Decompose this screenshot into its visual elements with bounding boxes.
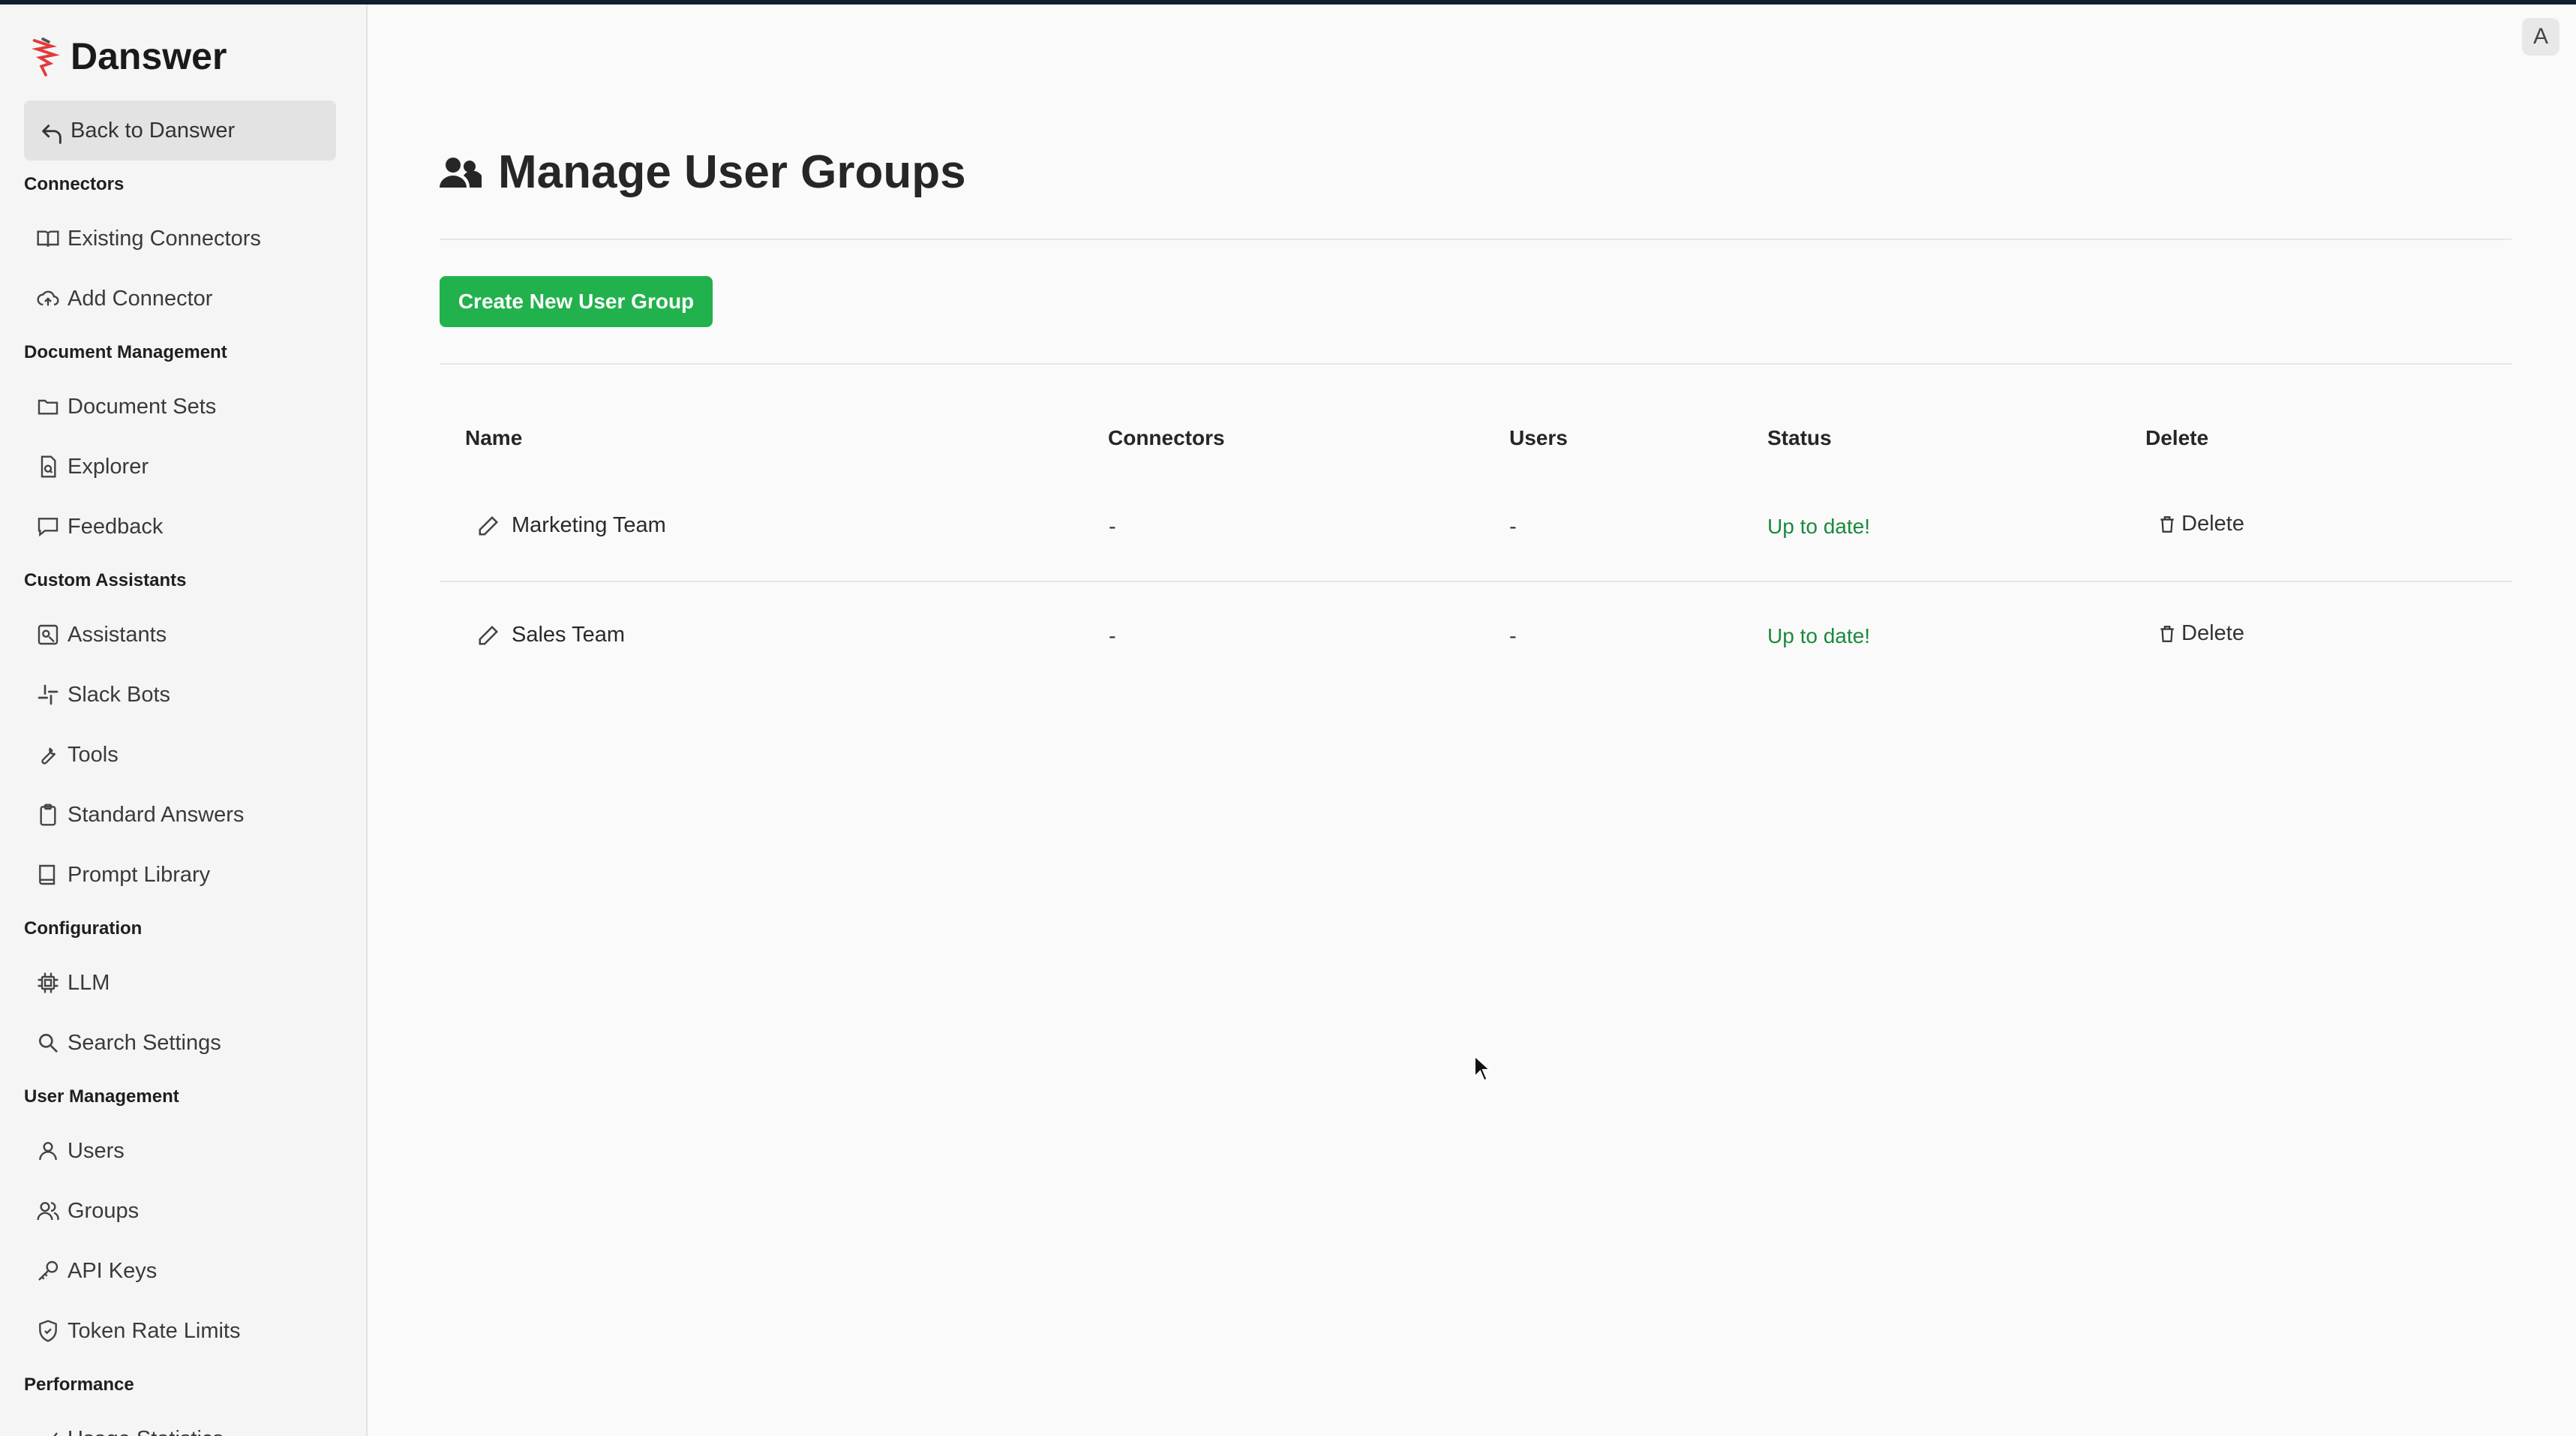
column-header-status: Status <box>1767 426 1832 449</box>
sidebar-item-add-connector[interactable]: Add Connector <box>36 276 212 321</box>
sidebar-item-label: Token Rate Limits <box>68 1318 241 1343</box>
trash-icon <box>2160 515 2174 533</box>
section-divider <box>440 363 2511 365</box>
delete-label: Delete <box>2181 512 2244 536</box>
section-document-management: Document Management <box>24 342 227 362</box>
page-header: Manage User Groups <box>440 146 966 199</box>
section-user-management: User Management <box>24 1086 179 1107</box>
sidebar-item-label: Slack Bots <box>68 682 170 707</box>
column-header-users: Users <box>1509 426 1568 449</box>
back-label: Back to Danswer <box>71 118 236 143</box>
group-name: Sales Team <box>512 623 625 647</box>
section-connectors: Connectors <box>24 174 125 194</box>
sidebar-item-groups[interactable]: Groups <box>36 1188 139 1233</box>
column-header-connectors: Connectors <box>1108 426 1225 449</box>
wrench-icon <box>41 747 56 765</box>
delete-label: Delete <box>2181 621 2244 645</box>
cloud-upload-icon <box>37 290 59 306</box>
message-icon <box>38 518 59 537</box>
sidebar-item-slack-bots[interactable]: Slack Bots <box>36 672 170 717</box>
pencil-icon <box>479 515 499 535</box>
column-header-delete: Delete <box>2145 426 2209 449</box>
sidebar-item-label: Assistants <box>68 622 167 647</box>
users-group-icon <box>440 157 482 188</box>
sidebar-item-llm[interactable]: LLM <box>36 960 110 1005</box>
file-search-icon <box>41 455 56 478</box>
mouse-cursor-icon <box>1474 1055 1490 1082</box>
page-title: Manage User Groups <box>498 146 966 198</box>
sidebar-item-label: Prompt Library <box>68 862 211 887</box>
sidebar-item-label: Tools <box>68 742 119 767</box>
column-header-name: Name <box>465 426 523 449</box>
section-custom-assistants: Custom Assistants <box>24 570 187 590</box>
sidebar-item-label: Existing Connectors <box>68 226 261 251</box>
group-name-edit-link[interactable]: Marketing Team <box>477 513 666 538</box>
app-logo[interactable]: Danswer <box>29 32 227 81</box>
sidebar-item-label: Usage Statistics <box>68 1427 224 1436</box>
sidebar-item-label: Standard Answers <box>68 802 245 827</box>
create-user-group-button[interactable]: Create New User Group <box>440 276 713 327</box>
slack-icon <box>38 684 59 705</box>
pencil-icon <box>479 625 499 644</box>
cpu-icon <box>38 972 59 993</box>
sidebar-item-existing-connectors[interactable]: Existing Connectors <box>36 216 261 261</box>
sidebar-item-label: API Keys <box>68 1258 158 1283</box>
user-icon <box>39 1142 57 1161</box>
user-avatar[interactable]: A <box>2522 18 2559 56</box>
folder-icon <box>38 399 59 415</box>
sidebar-item-search-settings[interactable]: Search Settings <box>36 1020 221 1065</box>
delete-group-button[interactable]: Delete <box>2157 621 2244 646</box>
status-badge: Up to date! <box>1767 624 1870 647</box>
delete-group-button[interactable]: Delete <box>2157 512 2244 536</box>
clipboard-icon <box>40 804 56 826</box>
sidebar-item-tools[interactable]: Tools <box>36 732 119 777</box>
users-icon <box>37 1202 59 1221</box>
group-users: - <box>1509 624 1517 648</box>
sidebar-item-label: Explorer <box>68 454 149 479</box>
section-configuration: Configuration <box>24 918 143 939</box>
search-icon <box>38 1034 58 1053</box>
book-open-icon <box>37 230 59 247</box>
sidebar-item-users[interactable]: Users <box>36 1128 125 1173</box>
key-icon <box>38 1260 59 1281</box>
assistant-icon <box>38 624 59 645</box>
danswer-logo-icon <box>32 38 60 77</box>
shield-icon <box>39 1320 57 1342</box>
chart-icon <box>53 1432 58 1436</box>
back-to-danswer-button[interactable]: Back to Danswer <box>24 101 336 161</box>
admin-sidebar: Danswer Back to Danswer Connectors Exist… <box>0 5 368 1436</box>
main-content: A Manage User Groups Create New User Gro… <box>368 5 2576 1436</box>
sidebar-item-explorer[interactable]: Explorer <box>36 444 149 489</box>
status-badge: Up to date! <box>1767 515 1870 538</box>
group-name: Marketing Team <box>512 513 666 537</box>
app-name: Danswer <box>71 35 227 77</box>
sidebar-item-label: Search Settings <box>68 1030 221 1055</box>
trash-icon <box>2160 625 2174 642</box>
sidebar-item-label: Add Connector <box>68 286 213 311</box>
group-users: - <box>1509 515 1517 539</box>
sidebar-item-label: LLM <box>68 970 110 995</box>
sidebar-item-prompt-library[interactable]: Prompt Library <box>36 852 210 897</box>
sidebar-item-label: Document Sets <box>68 394 217 419</box>
sidebar-item-document-sets[interactable]: Document Sets <box>36 384 216 429</box>
row-divider <box>440 581 2511 582</box>
sidebar-item-standard-answers[interactable]: Standard Answers <box>36 792 244 837</box>
header-divider <box>440 239 2511 240</box>
group-connectors: - <box>1109 624 1116 648</box>
back-arrow-icon <box>42 125 62 144</box>
book-icon <box>39 864 56 885</box>
sidebar-item-feedback[interactable]: Feedback <box>36 504 163 549</box>
sidebar-item-api-keys[interactable]: API Keys <box>36 1248 157 1293</box>
sidebar-item-token-rate-limits[interactable]: Token Rate Limits <box>36 1308 241 1353</box>
group-name-edit-link[interactable]: Sales Team <box>477 623 625 647</box>
group-connectors: - <box>1109 515 1116 539</box>
sidebar-item-usage-statistics[interactable]: Usage Statistics <box>36 1416 224 1436</box>
sidebar-item-label: Users <box>68 1138 125 1163</box>
sidebar-item-label: Feedback <box>68 514 164 539</box>
sidebar-item-assistants[interactable]: Assistants <box>36 612 167 657</box>
sidebar-item-label: Groups <box>68 1198 140 1223</box>
section-performance: Performance <box>24 1374 134 1395</box>
